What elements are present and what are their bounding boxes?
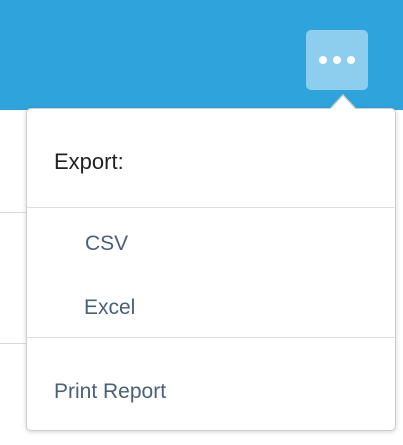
menu-divider: [27, 207, 395, 208]
more-horizontal-icon: [319, 56, 355, 64]
background-divider: [0, 343, 26, 344]
menu-divider: [27, 337, 395, 338]
export-excel-item[interactable]: Excel: [84, 297, 135, 318]
background-divider: [0, 212, 26, 213]
dropdown-caret-fill: [330, 96, 356, 110]
more-options-button[interactable]: [306, 30, 368, 90]
export-csv-item[interactable]: CSV: [85, 233, 128, 254]
export-dropdown-menu: Export: CSV Excel Print Report: [26, 108, 396, 431]
print-report-item[interactable]: Print Report: [54, 381, 166, 402]
